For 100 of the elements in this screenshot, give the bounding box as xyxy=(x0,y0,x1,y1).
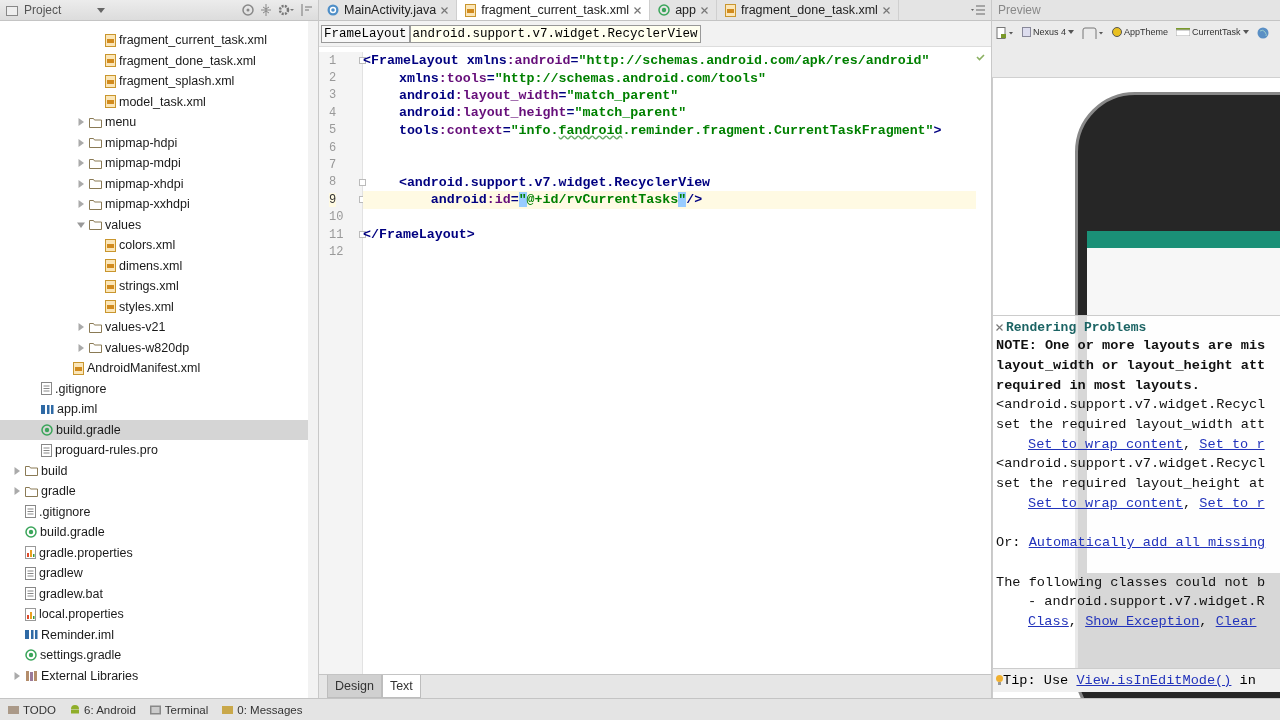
xml-file-icon xyxy=(725,3,736,17)
xml-file-icon xyxy=(465,3,477,17)
tree-item[interactable]: fragment_done_task.xml xyxy=(0,50,308,71)
tree-item[interactable]: External Libraries xyxy=(0,665,308,686)
fix-link[interactable]: Set to wrap_content xyxy=(1028,436,1183,452)
tree-item[interactable]: dimens.xml xyxy=(0,255,308,276)
screen-dropdown-icon[interactable] xyxy=(1082,27,1105,40)
editor-tab[interactable]: fragment_current_task.xml xyxy=(457,0,651,20)
code-line: android:layout_height="match_parent" xyxy=(397,104,688,122)
tree-item[interactable]: mipmap-xxhdpi xyxy=(0,194,308,215)
tree-item[interactable]: colors.xml xyxy=(0,235,308,256)
collapsed-arrow-icon[interactable] xyxy=(12,671,21,680)
view-tab[interactable]: Design xyxy=(327,675,382,698)
tree-item[interactable]: local.properties xyxy=(0,604,308,625)
problem-text: - android.support.v7.widget.R xyxy=(1028,594,1265,610)
collapsed-arrow-icon[interactable] xyxy=(76,343,85,352)
tree-item[interactable]: gradle xyxy=(0,481,308,502)
fold-marker-icon[interactable] xyxy=(359,178,366,186)
breadcrumb[interactable]: FrameLayout xyxy=(321,24,410,43)
close-icon[interactable] xyxy=(882,6,890,14)
collapse-icon[interactable] xyxy=(260,4,272,16)
tip-link[interactable]: View.isInEditMode() xyxy=(1076,673,1232,688)
tree-item[interactable]: gradle.properties xyxy=(0,542,308,563)
collapsed-arrow-icon[interactable] xyxy=(76,179,85,188)
folder-icon xyxy=(89,342,102,354)
folder-icon xyxy=(89,321,102,333)
caret-icon xyxy=(1068,30,1075,34)
tree-item[interactable]: values-v21 xyxy=(0,317,308,338)
tool-window-button[interactable]: Terminal xyxy=(149,703,209,716)
tree-item[interactable]: fragment_current_task.xml xyxy=(0,30,308,51)
close-icon[interactable] xyxy=(634,6,642,14)
xml-file-icon xyxy=(105,300,116,314)
fix-link[interactable]: Show Exception xyxy=(1085,613,1200,629)
tree-item[interactable]: app.iml xyxy=(0,399,308,420)
fix-link[interactable]: Class xyxy=(1028,613,1069,629)
target-icon[interactable] xyxy=(242,4,254,16)
tree-item[interactable]: gradlew xyxy=(0,563,308,584)
tree-item[interactable]: strings.xml xyxy=(0,276,308,297)
tree-item[interactable]: styles.xml xyxy=(0,296,308,317)
breadcrumb[interactable]: android.support.v7.widget.RecyclerView xyxy=(409,24,701,43)
tree-item[interactable]: menu xyxy=(0,112,308,133)
tree-item[interactable]: .gitignore xyxy=(0,378,308,399)
problem-text: Or: xyxy=(996,535,1021,551)
line-number: 3 xyxy=(329,88,337,103)
tree-item[interactable]: mipmap-xhdpi xyxy=(0,173,308,194)
tree-item[interactable]: fragment_splash.xml xyxy=(0,71,308,92)
globe-icon[interactable] xyxy=(1256,27,1269,39)
tree-item[interactable]: build xyxy=(0,460,308,481)
tree-item[interactable]: mipmap-mdpi xyxy=(0,153,308,174)
properties-file-icon xyxy=(25,546,36,560)
tree-item[interactable]: Reminder.iml xyxy=(0,624,308,645)
code-line: xmlns:tools="http://schemas.android.com/tools" xyxy=(397,69,767,87)
tree-item[interactable]: values xyxy=(0,214,308,235)
tree-item[interactable]: gradlew.bat xyxy=(0,583,308,604)
tab-list-icon[interactable] xyxy=(971,5,985,15)
line-number: 7 xyxy=(329,158,337,173)
collapsed-arrow-icon[interactable] xyxy=(76,323,85,332)
fix-link[interactable]: Set to wrap_content xyxy=(1028,495,1183,511)
close-icon[interactable] xyxy=(996,323,1003,331)
view-tab[interactable]: Text xyxy=(381,675,421,698)
tool-window-button[interactable]: TODO xyxy=(8,703,56,716)
collapsed-arrow-icon[interactable] xyxy=(12,487,21,496)
collapsed-arrow-icon[interactable] xyxy=(76,159,85,168)
collapsed-arrow-icon[interactable] xyxy=(76,200,85,209)
fix-link[interactable]: Set to r xyxy=(1199,495,1265,511)
hide-panel-icon[interactable] xyxy=(300,4,312,16)
device-dropdown[interactable]: Nexus 4 xyxy=(1022,27,1075,37)
module-file-icon xyxy=(25,629,38,641)
class-file-icon xyxy=(327,4,339,16)
editor-tab[interactable]: fragment_done_task.xml xyxy=(717,0,899,20)
tree-item[interactable]: build.gradle xyxy=(0,419,308,440)
close-icon[interactable] xyxy=(441,6,449,14)
collapsed-arrow-icon[interactable] xyxy=(76,118,85,127)
collapsed-arrow-icon[interactable] xyxy=(76,138,85,147)
tree-item[interactable]: mipmap-hdpi xyxy=(0,132,308,153)
tool-window-button[interactable]: 0: Messages xyxy=(222,703,303,716)
text-file-icon xyxy=(25,566,36,580)
fix-link[interactable]: Automatically add all missing xyxy=(1028,535,1266,551)
tree-item[interactable]: proguard-rules.pro xyxy=(0,440,308,461)
expanded-arrow-icon[interactable] xyxy=(76,220,85,229)
tool-window-button[interactable]: 6: Android xyxy=(70,703,136,716)
code-line: android:layout_width="match_parent" xyxy=(397,86,680,105)
tree-item[interactable]: .gitignore xyxy=(0,501,308,522)
tree-item[interactable]: model_task.xml xyxy=(0,91,308,112)
fix-link[interactable]: Set to r xyxy=(1199,436,1265,452)
tree-item[interactable]: AndroidManifest.xml xyxy=(0,358,308,379)
theme-button[interactable]: AppTheme xyxy=(1112,27,1169,37)
fix-link[interactable]: Clear xyxy=(1215,613,1257,629)
collapsed-arrow-icon[interactable] xyxy=(12,466,21,475)
tip-text: Tip: Use xyxy=(1003,673,1070,688)
settings-icon[interactable] xyxy=(278,4,294,16)
tree-item[interactable]: settings.gradle xyxy=(0,645,308,666)
tree-item[interactable]: values-w820dp xyxy=(0,337,308,358)
panel-title[interactable]: Project xyxy=(24,3,62,17)
editor-tab[interactable]: app xyxy=(650,0,717,20)
activity-dropdown[interactable]: CurrentTask xyxy=(1176,27,1249,37)
close-icon[interactable] xyxy=(701,6,708,14)
device-dropdown-icon[interactable] xyxy=(996,27,1014,39)
tree-item[interactable]: build.gradle xyxy=(0,522,308,543)
caret-icon[interactable] xyxy=(97,7,106,13)
